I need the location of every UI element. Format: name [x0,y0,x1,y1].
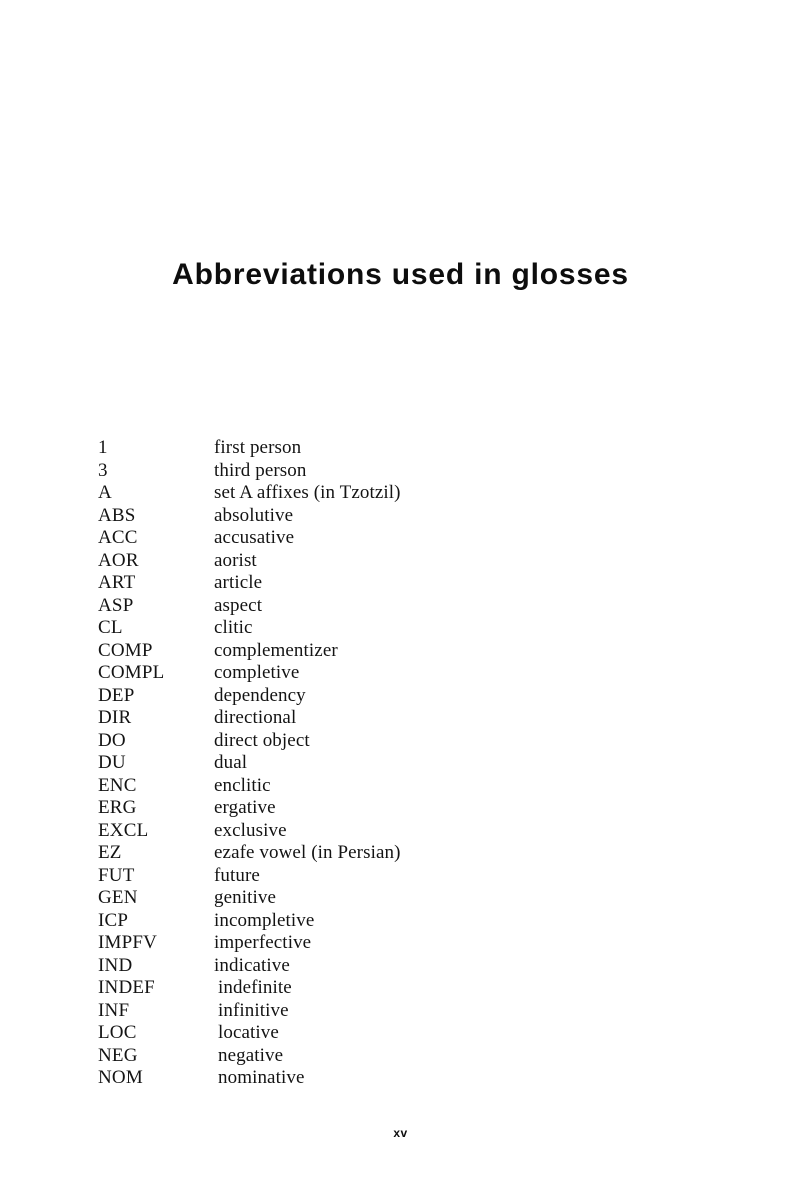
abbreviation-row: COMPL completive [98,662,658,685]
abbreviation-term: GEN [98,887,138,908]
abbreviation-gloss: nominative [218,1067,305,1088]
abbreviation-term: EXCL [98,819,149,841]
abbreviation-term: NOM [98,1067,143,1088]
abbreviation-gloss: set A affixes (in Tzotzil) [214,482,401,503]
abbreviation-row: 3 third person [98,460,658,483]
abbreviation-term: 3 [98,459,108,481]
abbreviation-gloss: future [214,864,260,886]
abbreviation-gloss: absolutive [214,504,294,526]
abbreviation-term: ENC [98,774,137,796]
abbreviation-gloss: ezafe vowel (in Persian) [214,842,401,863]
abbreviation-row: AOR aorist [98,550,658,573]
abbreviation-term: INF [98,999,130,1021]
abbreviation-term: 1 [98,437,108,458]
abbreviation-row: DEP dependency [98,685,658,708]
abbreviation-row: Aset A affixes (in Tzotzil) [98,482,658,505]
abbreviation-gloss: clitic [214,617,253,638]
abbreviation-term: ASP [98,594,134,616]
abbreviation-term: DU [98,752,126,773]
abbreviation-row: EXCL exclusive [98,820,658,843]
abbreviation-gloss: aspect [214,594,263,616]
abbreviation-term: LOC [98,1022,137,1043]
abbreviation-term: DO [98,729,126,751]
abbreviation-term: CL [98,617,123,638]
page-title: Abbreviations used in glosses [172,258,629,292]
abbreviation-row: ICP incompletive [98,910,658,933]
abbreviation-row: FUT future [98,865,658,888]
abbreviation-gloss: complementizer [214,639,338,661]
abbreviation-gloss: exclusive [214,819,287,841]
abbreviation-term: ABS [98,504,136,526]
abbreviation-term: DIR [98,707,132,728]
abbreviation-row: ENC enclitic [98,775,658,798]
abbreviation-row: IMPFV imperfective [98,932,658,955]
abbreviation-term: COMPL [98,662,165,683]
abbreviation-term: A [98,482,112,503]
abbreviation-term: FUT [98,864,135,886]
abbreviation-gloss: third person [214,459,307,481]
abbreviation-gloss: accusative [214,527,295,548]
abbreviation-row: DIR directional [98,707,658,730]
abbreviation-term: IMPFV [98,932,158,953]
abbreviation-row: NEG negative [98,1045,658,1068]
abbreviation-term: ICP [98,909,129,931]
abbreviation-gloss: enclitic [214,774,271,796]
abbreviation-row: EZ ezafe vowel (in Persian) [98,842,658,865]
abbreviation-row: LOC locative [98,1022,658,1045]
abbreviation-row: CL clitic [98,617,658,640]
page-number: xv [393,1126,408,1140]
abbreviation-row: ABS absolutive [98,505,658,528]
abbreviation-term: ACC [98,527,138,548]
abbreviation-row: DO direct object [98,730,658,753]
abbreviation-gloss: dependency [214,684,306,706]
abbreviation-gloss: directional [214,707,297,728]
abbreviation-row: COMP complementizer [98,640,658,663]
abbreviation-gloss: article [214,572,263,593]
abbreviation-gloss: completive [214,662,300,683]
abbreviation-term: EZ [98,842,122,863]
abbreviation-gloss: indefinite [218,977,292,998]
abbreviation-term: DEP [98,684,135,706]
abbreviation-row: ERG ergative [98,797,658,820]
abbreviation-row: GEN genitive [98,887,658,910]
abbreviation-term: IND [98,954,133,976]
abbreviation-gloss: imperfective [214,932,312,953]
abbreviation-term: NEG [98,1044,138,1066]
abbreviation-row: DU dual [98,752,658,775]
abbreviation-term: ERG [98,797,137,818]
abbreviation-gloss: ergative [214,797,276,818]
document-page: Abbreviations used in glosses 1 first per… [0,0,801,1202]
abbreviation-row: ART article [98,572,658,595]
abbreviation-gloss: dual [214,752,248,773]
abbreviation-term: AOR [98,549,139,571]
abbreviation-gloss: aorist [214,549,257,571]
abbreviation-row: INDEF indefinite [98,977,658,1000]
abbreviation-row: ACC accusative [98,527,658,550]
abbreviation-gloss: locative [218,1022,279,1043]
abbreviation-row: NOM nominative [98,1067,658,1090]
abbreviation-gloss: indicative [214,954,290,976]
abbreviation-row: ASP aspect [98,595,658,618]
abbreviation-gloss: infinitive [218,999,289,1021]
abbreviation-gloss: negative [218,1044,284,1066]
abbreviation-gloss: genitive [214,887,277,908]
abbreviation-term: COMP [98,639,153,661]
abbreviations-list: 1 first person 3 third person Aset A affixes… [98,437,658,1090]
abbreviation-row: INF infinitive [98,1000,658,1023]
abbreviation-row: 1 first person [98,437,658,460]
abbreviation-row: IND indicative [98,955,658,978]
abbreviation-term: INDEF [98,977,155,998]
abbreviation-gloss: direct object [214,729,310,751]
abbreviation-gloss: incompletive [214,909,315,931]
abbreviation-term: ART [98,572,136,593]
abbreviation-gloss: first person [214,437,302,458]
